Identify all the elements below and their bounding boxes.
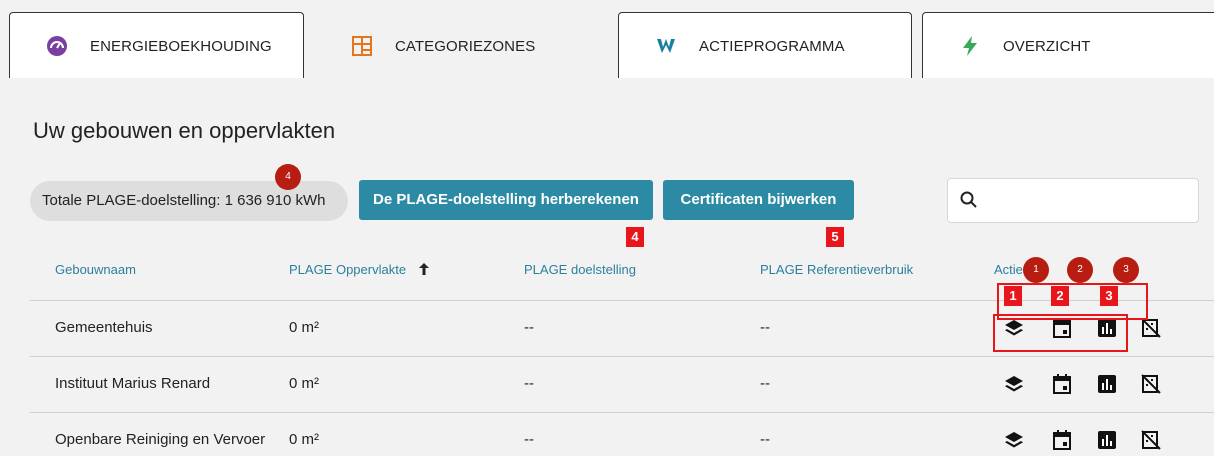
annotation-circle-badge: 3 <box>1113 257 1139 283</box>
annotation-square-badge: 4 <box>626 227 644 247</box>
tab-label: OVERZICHT <box>1003 38 1091 55</box>
column-header-area[interactable]: PLAGE Oppervlakte <box>289 262 406 277</box>
search-field[interactable] <box>947 178 1199 223</box>
bar-chart-icon[interactable] <box>1096 429 1118 451</box>
annotation-square-badge: 2 <box>1051 286 1069 306</box>
sort-ascending-icon[interactable] <box>418 262 430 276</box>
page-title: Uw gebouwen en oppervlakten <box>33 118 336 143</box>
building-goal: -- <box>524 431 534 448</box>
tab-label: ENERGIEBOEKHOUDING <box>90 38 272 55</box>
total-target-pill: Totale PLAGE-doelstelling: 1 636 910 kWh <box>30 181 348 221</box>
map-icon <box>352 36 372 56</box>
building-reference: -- <box>760 431 770 448</box>
table-row: Openbare Reiniging en Vervoer 0 m² -- -- <box>30 412 1214 456</box>
annotation-square-badge: 1 <box>1004 286 1022 306</box>
calendar-icon[interactable] <box>1051 373 1073 395</box>
tab-label: CATEGORIEZONES <box>395 38 536 55</box>
table-row: Instituut Marius Renard 0 m² -- -- <box>30 356 1214 412</box>
building-reference: -- <box>760 319 770 336</box>
action-icon <box>657 39 675 53</box>
recalculate-button[interactable]: De PLAGE-doelstelling herberekenen <box>359 180 653 220</box>
building-goal: -- <box>524 319 534 336</box>
building-area: 0 m² <box>289 431 319 448</box>
annotation-square-badge: 3 <box>1100 286 1118 306</box>
annotation-circle-badge: 1 <box>1023 257 1049 283</box>
building-name: Gemeentehuis <box>55 319 153 336</box>
tab-actieprogramma[interactable]: ACTIEPROGRAMMA <box>618 12 912 78</box>
annotation-circle-badge: 4 <box>275 164 301 190</box>
calendar-icon[interactable] <box>1051 429 1073 451</box>
annotation-highlight-box <box>993 314 1128 352</box>
no-building-icon[interactable] <box>1140 373 1162 395</box>
tab-label: ACTIEPROGRAMMA <box>699 38 845 55</box>
building-area: 0 m² <box>289 375 319 392</box>
annotation-circle-badge: 2 <box>1067 257 1093 283</box>
column-header-name[interactable]: Gebouwnaam <box>55 262 136 277</box>
search-icon <box>960 191 977 208</box>
update-certificates-button[interactable]: Certificaten bijwerken <box>663 180 854 220</box>
tab-bar: ENERGIEBOEKHOUDING CATEGORIEZONES ACTIEP… <box>0 0 1214 78</box>
lightning-icon <box>963 36 977 56</box>
building-name: Instituut Marius Renard <box>55 375 211 392</box>
tab-energieboekhouding[interactable]: ENERGIEBOEKHOUDING <box>9 12 304 78</box>
column-header-reference[interactable]: PLAGE Referentieverbruik <box>760 262 913 277</box>
building-name: Openbare Reiniging en Vervoer <box>55 431 266 448</box>
bar-chart-icon[interactable] <box>1096 373 1118 395</box>
building-area: 0 m² <box>289 319 319 336</box>
building-reference: -- <box>760 375 770 392</box>
no-building-icon[interactable] <box>1140 317 1162 339</box>
layers-icon[interactable] <box>1003 429 1025 451</box>
building-goal: -- <box>524 375 534 392</box>
layers-icon[interactable] <box>1003 373 1025 395</box>
tab-overzicht[interactable]: OVERZICHT <box>922 12 1214 78</box>
no-building-icon[interactable] <box>1140 429 1162 451</box>
tab-categoriezones[interactable]: CATEGORIEZONES <box>314 12 607 78</box>
gauge-icon <box>47 36 67 56</box>
annotation-square-badge: 5 <box>826 227 844 247</box>
column-header-goal[interactable]: PLAGE doelstelling <box>524 262 636 277</box>
